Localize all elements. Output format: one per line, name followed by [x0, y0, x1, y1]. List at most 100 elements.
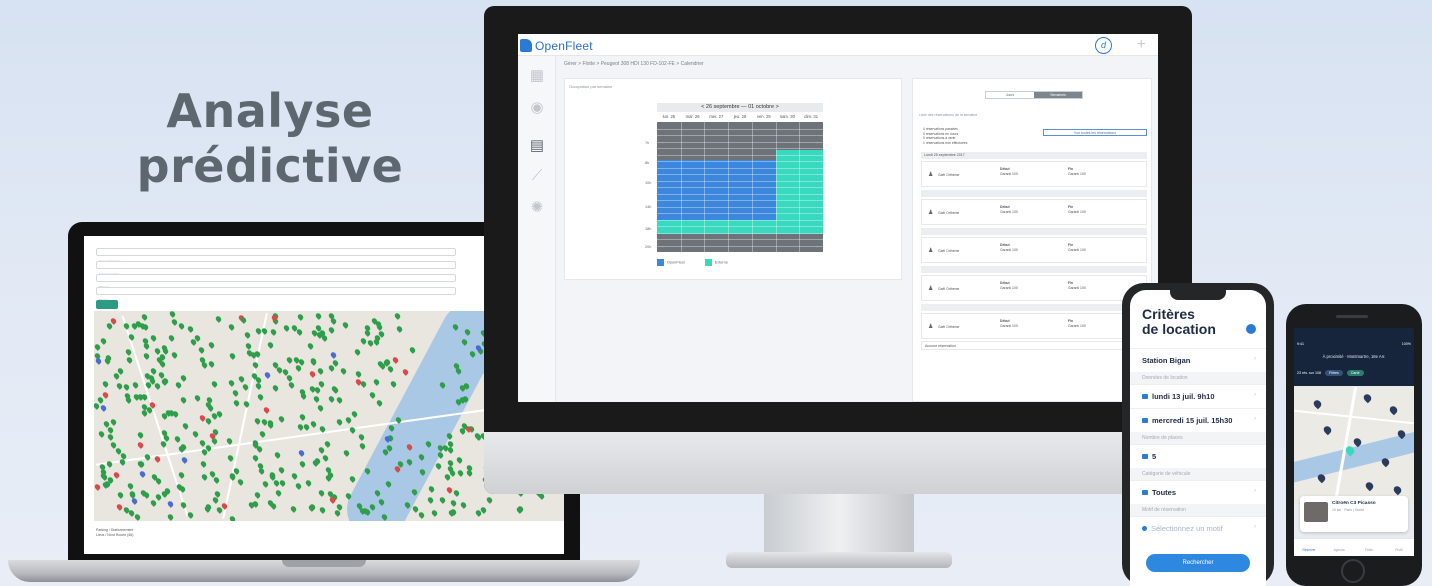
map-pin[interactable]: [1362, 392, 1373, 404]
view-toggle[interactable]: Jours Semaines: [985, 91, 1083, 99]
filter-field-3[interactable]: Marque: [96, 274, 456, 289]
map-pin[interactable]: [359, 441, 367, 450]
map-pin[interactable]: [241, 383, 250, 392]
map-pin[interactable]: [1388, 404, 1399, 416]
map-pin[interactable]: [335, 396, 344, 405]
map-pin[interactable]: [132, 381, 140, 389]
map-pin[interactable]: [317, 379, 326, 388]
map-pin[interactable]: [167, 499, 175, 508]
map-pin[interactable]: [314, 312, 323, 320]
nav-fleet[interactable]: Flotte: [1354, 539, 1384, 556]
map-pin[interactable]: [244, 341, 253, 350]
date-from-row[interactable]: lundi 13 juil. 9h10 ›: [1130, 384, 1266, 406]
map-pin[interactable]: [408, 346, 417, 355]
map-pin[interactable]: [180, 455, 189, 464]
home-button[interactable]: [1341, 559, 1365, 583]
map-pin[interactable]: [345, 416, 353, 425]
map-pin[interactable]: [126, 482, 135, 490]
map-pin[interactable]: [193, 393, 202, 402]
map-pin[interactable]: [177, 321, 186, 330]
map-pin[interactable]: [335, 418, 343, 426]
plus-icon[interactable]: +: [1137, 36, 1146, 54]
map-pin[interactable]: [485, 496, 494, 505]
map-pin[interactable]: [227, 379, 236, 387]
map-pin[interactable]: [426, 496, 435, 505]
map-pin[interactable]: [1392, 484, 1403, 496]
map-pin[interactable]: [150, 499, 158, 507]
map-pin[interactable]: [391, 355, 400, 364]
map-pin[interactable]: [239, 316, 248, 324]
map-pin[interactable]: [253, 490, 262, 499]
map-pin[interactable]: [386, 365, 395, 373]
map-pin[interactable]: [212, 475, 221, 484]
map-pin[interactable]: [253, 417, 262, 425]
map-pin[interactable]: [401, 367, 410, 376]
map-pin[interactable]: [228, 514, 236, 521]
week-range[interactable]: < 26 septembre — 01 octobre >: [657, 103, 823, 112]
map-pin[interactable]: [318, 505, 327, 514]
reservation-card[interactable]: ♟ Gaël Ortheme Début Garanti 100 Fin Garanti …: [921, 199, 1147, 225]
map-pin[interactable]: [186, 510, 195, 519]
app-logo[interactable]: OpenFleet: [535, 39, 593, 53]
map-pin[interactable]: [305, 478, 313, 487]
search-button[interactable]: Rechercher: [1146, 554, 1250, 572]
map-pin[interactable]: [306, 342, 315, 350]
map-pin[interactable]: [434, 462, 442, 471]
map-pin[interactable]: [94, 482, 102, 491]
map-pin[interactable]: [125, 355, 134, 364]
map-pin[interactable]: [363, 329, 371, 338]
filter-button[interactable]: Filtrer: [96, 300, 118, 314]
map-pin[interactable]: [153, 381, 161, 390]
nav-agenda[interactable]: Agenda: [1324, 539, 1354, 556]
map-pin[interactable]: [282, 324, 291, 333]
map-pin[interactable]: [316, 404, 325, 412]
map-pin[interactable]: [251, 454, 260, 463]
map-pin[interactable]: [299, 391, 308, 400]
map-pin[interactable]: [308, 370, 317, 378]
map-pin[interactable]: [277, 465, 286, 474]
map-pin[interactable]: [269, 328, 278, 336]
map-pin[interactable]: [456, 469, 465, 477]
filter-field-2[interactable]: Lot / commune: [96, 261, 456, 276]
map-pin[interactable]: [285, 356, 294, 364]
reason-row[interactable]: Sélectionnez un motif ›: [1130, 516, 1266, 538]
map-pin[interactable]: [136, 440, 145, 449]
map-pin[interactable]: [312, 395, 321, 403]
map-pin[interactable]: [256, 392, 265, 401]
map-pin[interactable]: [368, 391, 376, 399]
map-pin[interactable]: [237, 374, 246, 383]
location-selector[interactable]: À proximité · Montmartre, 18e Arr.: [1294, 354, 1414, 359]
info-badge[interactable]: [1246, 324, 1256, 334]
map-pin[interactable]: [350, 410, 359, 418]
map-pin[interactable]: [106, 433, 114, 441]
station-row[interactable]: Station Bigan ›: [1130, 348, 1266, 370]
week-calendar[interactable]: < 26 septembre — 01 octobre > lun. 25 ma…: [645, 103, 823, 253]
date-to-row[interactable]: mercredi 15 juil. 15h30 ›: [1130, 408, 1266, 430]
seats-row[interactable]: 5: [1130, 444, 1266, 466]
map-pin[interactable]: [449, 498, 458, 507]
reservation-card[interactable]: ♟ Gaël Ortheme Début Garanti 100 Fin Garanti …: [921, 161, 1147, 187]
map-pin[interactable]: [275, 489, 283, 498]
filter-field-4[interactable]: Modèle: [96, 287, 456, 302]
map-pin[interactable]: [298, 413, 307, 422]
map-pin[interactable]: [321, 454, 330, 462]
map-pin[interactable]: [427, 484, 436, 493]
map-pin[interactable]: [199, 460, 207, 468]
map-pin[interactable]: [317, 446, 326, 454]
map-pin[interactable]: [277, 414, 286, 423]
map-pin[interactable]: [263, 371, 271, 380]
map-pin[interactable]: [122, 383, 130, 391]
map-pin[interactable]: [116, 382, 124, 390]
map-pin[interactable]: [317, 489, 325, 498]
user-avatar[interactable]: d: [1095, 37, 1112, 54]
vehicle-card[interactable]: Citroën C3 Picasso 10 km · Paris | Ouest: [1300, 496, 1408, 532]
eye-icon[interactable]: ◉: [528, 100, 546, 116]
map-pin[interactable]: [206, 403, 215, 412]
map-pin[interactable]: [291, 471, 299, 480]
map-pin[interactable]: [455, 456, 464, 465]
map-pin[interactable]: [287, 381, 296, 390]
map-pin[interactable]: [200, 472, 208, 481]
map-pin[interactable]: [357, 433, 365, 442]
map-pin[interactable]: [1312, 398, 1323, 410]
map-pin[interactable]: [207, 359, 216, 368]
